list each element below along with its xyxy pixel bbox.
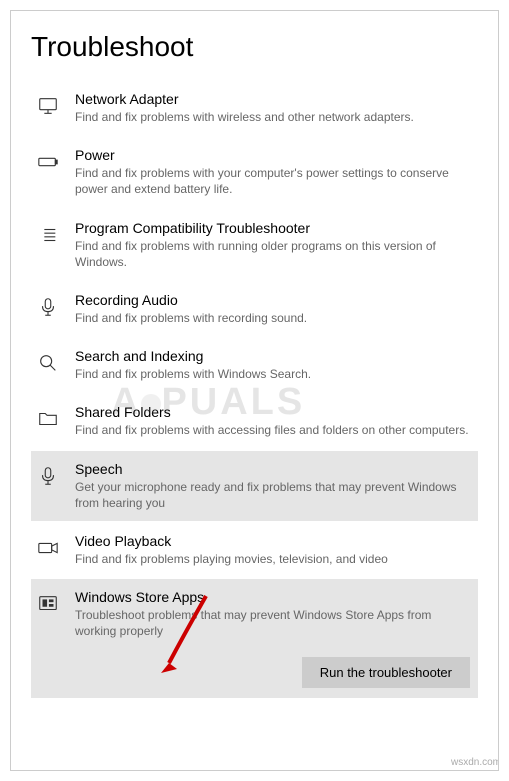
item-title: Power (75, 147, 470, 163)
item-description: Troubleshoot problems that may prevent W… (75, 607, 470, 639)
store-icon (35, 591, 61, 617)
troubleshoot-item-search-and-indexing[interactable]: Search and Indexing Find and fix problem… (31, 338, 478, 392)
item-description: Find and fix problems with wireless and … (75, 109, 470, 125)
item-description: Find and fix problems with accessing fil… (75, 422, 470, 438)
mic-icon (35, 463, 61, 489)
troubleshoot-item-program-compatibility-troubleshooter[interactable]: Program Compatibility Troubleshooter Fin… (31, 210, 478, 280)
battery-icon (35, 149, 61, 175)
item-description: Find and fix problems with Windows Searc… (75, 366, 470, 382)
troubleshoot-item-recording-audio[interactable]: Recording Audio Find and fix problems wi… (31, 282, 478, 336)
video-icon (35, 535, 61, 561)
troubleshoot-item-power[interactable]: Power Find and fix problems with your co… (31, 137, 478, 207)
item-description: Find and fix problems with running older… (75, 238, 470, 270)
page-title: Troubleshoot (31, 31, 478, 63)
item-description: Get your microphone ready and fix proble… (75, 479, 470, 511)
item-title: Program Compatibility Troubleshooter (75, 220, 470, 236)
item-title: Windows Store Apps (75, 589, 470, 605)
item-description: Find and fix problems with your computer… (75, 165, 470, 197)
list-icon (35, 222, 61, 248)
troubleshoot-item-windows-store-apps[interactable]: Windows Store Apps Troubleshoot problems… (31, 579, 478, 649)
attribution-text: wsxdn.com (451, 757, 499, 768)
item-title: Network Adapter (75, 91, 470, 107)
item-title: Speech (75, 461, 470, 477)
item-title: Shared Folders (75, 404, 470, 420)
item-title: Video Playback (75, 533, 470, 549)
folder-icon (35, 406, 61, 432)
troubleshoot-item-shared-folders[interactable]: Shared Folders Find and fix problems wit… (31, 394, 478, 448)
troubleshoot-item-video-playback[interactable]: Video Playback Find and fix problems pla… (31, 523, 478, 577)
troubleshoot-item-network-adapter[interactable]: Network Adapter Find and fix problems wi… (31, 81, 478, 135)
monitor-icon (35, 93, 61, 119)
item-title: Recording Audio (75, 292, 470, 308)
item-title: Search and Indexing (75, 348, 470, 364)
run-troubleshooter-button[interactable]: Run the troubleshooter (302, 657, 470, 688)
mic-icon (35, 294, 61, 320)
troubleshoot-item-speech[interactable]: Speech Get your microphone ready and fix… (31, 451, 478, 521)
item-description: Find and fix problems with recording sou… (75, 310, 470, 326)
item-description: Find and fix problems playing movies, te… (75, 551, 470, 567)
search-icon (35, 350, 61, 376)
